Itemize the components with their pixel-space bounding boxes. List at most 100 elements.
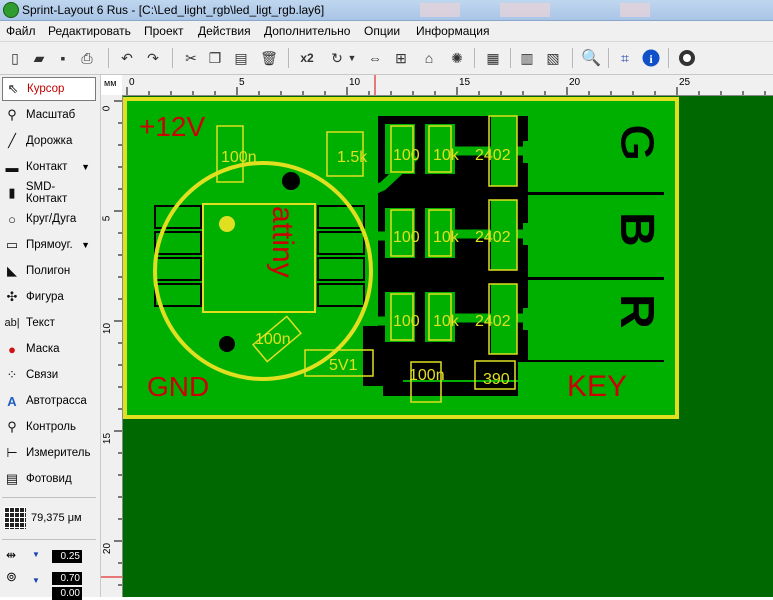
open-folder-icon[interactable]: ▰	[28, 47, 50, 69]
zoom-icon: ⚲	[7, 107, 17, 122]
tool-cursor[interactable]: ⇖ Курсор	[2, 77, 96, 101]
mounting-hole	[282, 172, 300, 190]
chevron-down-icon[interactable]: ▼	[346, 47, 358, 69]
tool-text[interactable]: ab| Текст	[2, 311, 96, 335]
part-label: 1.5k	[337, 149, 368, 166]
info-icon[interactable]: i	[640, 47, 662, 69]
properties-icon[interactable]: ▦	[482, 47, 504, 69]
layers-icon[interactable]: ▥	[516, 47, 538, 69]
duplicate-button[interactable]: x2	[296, 47, 318, 69]
ruler-label: 0	[129, 77, 135, 88]
tool-smd-pad[interactable]: ▮ SMD-Контакт	[2, 181, 96, 205]
connections-icon: ⁘	[6, 367, 18, 382]
pad-hole-input[interactable]: 0.00	[52, 587, 82, 600]
key-label: KEY	[567, 370, 627, 403]
ruler-label: 5	[101, 215, 113, 222]
toolbar-separator	[172, 48, 173, 68]
toolbar-separator	[608, 48, 609, 68]
title-decoration	[420, 3, 460, 17]
ground-label: GND	[147, 371, 209, 402]
track-width-row: ⇹ ▼ 0.25	[4, 548, 82, 563]
cursor-icon: ⇖	[7, 81, 19, 96]
part-label: 100	[393, 147, 420, 164]
tool-rectangle[interactable]: ▭ Прямоуг. ▼	[2, 233, 96, 257]
tool-label: Прямоуг.	[26, 239, 73, 251]
tool-photoview[interactable]: ▤ Фотовид	[2, 467, 96, 491]
chevron-down-icon[interactable]: ▼	[81, 240, 90, 250]
tool-zoom[interactable]: ⚲ Масштаб	[2, 103, 96, 127]
tool-label: Автотрасса	[26, 395, 87, 407]
grid-size-selector[interactable]: 79,375 μм	[4, 507, 82, 529]
toolbar: ▯ ▰ ▪ ⎙ ↶ ↷ ✂ ❐ ▤ 🗑 x2 ↻ ▼ ⇔ ⊞ ⌂ ✺ ▦ ▥ ▧…	[0, 42, 773, 75]
tool-connections[interactable]: ⁘ Связи	[2, 363, 96, 387]
power-label: +12V	[139, 111, 205, 142]
toolbar-separator	[108, 48, 109, 68]
tool-polygon[interactable]: ◣ Полигон	[2, 259, 96, 283]
part-label: 2402	[475, 147, 511, 164]
tool-label: Контакт	[26, 161, 68, 173]
zoom-icon[interactable]: 🔍	[580, 47, 602, 69]
grid-value: 79,375 μм	[31, 512, 82, 524]
ruler-label: 25	[679, 77, 691, 88]
paste-icon[interactable]: ▤	[230, 47, 252, 69]
settings-gear-icon[interactable]	[676, 47, 698, 69]
tool-measure[interactable]: ⊢ Измеритель	[2, 441, 96, 465]
tool-circle[interactable]: ○ Круг/Дуга	[2, 207, 96, 231]
measure-icon: ⊢	[6, 445, 18, 460]
ruler-label: 0	[101, 105, 113, 112]
pad-size-input[interactable]: 0.70	[52, 572, 82, 585]
grid-settings-icon[interactable]: ▧	[542, 47, 564, 69]
check-icon: ⚲	[7, 419, 17, 434]
tool-label: Контроль	[26, 421, 76, 433]
panel-separator	[2, 497, 96, 498]
ruler-label: 10	[102, 322, 114, 335]
print-icon[interactable]: ⎙	[76, 47, 98, 69]
part-label: 100	[393, 313, 420, 330]
pad-size-icon: ⊚	[6, 569, 17, 584]
undo-icon[interactable]: ↶	[116, 47, 138, 69]
menu-options[interactable]: Опции	[364, 24, 400, 38]
toolbar-separator	[510, 48, 511, 68]
menu-project[interactable]: Проект	[144, 24, 184, 38]
align-icon[interactable]: ⊞	[390, 47, 412, 69]
tool-check[interactable]: ⚲ Контроль	[2, 415, 96, 439]
toolbar-separator	[288, 48, 289, 68]
circle-icon: ○	[8, 211, 16, 227]
cut-icon[interactable]: ✂	[180, 47, 202, 69]
mirror-icon[interactable]: ⇔	[364, 47, 386, 69]
tool-label: Курсор	[27, 83, 65, 95]
rotate-icon[interactable]: ↻	[326, 47, 348, 69]
part-label: 10k	[433, 147, 460, 164]
ungroup-icon[interactable]: ✺	[446, 47, 468, 69]
pcb-drawing[interactable]: +12V GND KEY attiny G B R 100n 1.5k 100 …	[123, 96, 773, 597]
ruler-label: 20	[569, 77, 581, 88]
tool-pad[interactable]: ▬ Контакт ▼	[2, 155, 96, 179]
ruler-label: 5	[239, 77, 245, 88]
tool-mask[interactable]: ● Маска	[2, 337, 96, 361]
redo-icon[interactable]: ↷	[142, 47, 164, 69]
crop-icon[interactable]: ⌗	[614, 47, 636, 69]
delete-icon[interactable]: 🗑	[258, 47, 280, 69]
chevron-down-icon[interactable]: ▼	[32, 550, 40, 559]
menu-file[interactable]: Файл	[6, 24, 36, 38]
chevron-down-icon[interactable]: ▼	[81, 162, 90, 172]
toolbar-separator	[668, 48, 669, 68]
tool-track[interactable]: ╱ Дорожка	[2, 129, 96, 153]
new-file-icon[interactable]: ▯	[4, 47, 26, 69]
menu-info[interactable]: Информация	[416, 24, 489, 38]
tool-label: Масштаб	[26, 109, 76, 121]
pcb-canvas[interactable]: +12V GND KEY attiny G B R 100n 1.5k 100 …	[123, 96, 773, 597]
save-icon[interactable]: ▪	[52, 47, 74, 69]
title-decoration	[620, 3, 650, 17]
menu-actions[interactable]: Действия	[198, 24, 251, 38]
menu-extra[interactable]: Дополнительно	[264, 24, 350, 38]
copy-icon[interactable]: ❐	[204, 47, 226, 69]
shape-icon: ✣	[6, 289, 18, 304]
group-icon[interactable]: ⌂	[418, 47, 440, 69]
part-label: 10k	[433, 229, 460, 246]
tool-autoroute[interactable]: A Автотрасса	[2, 389, 96, 413]
chevron-down-icon[interactable]: ▼	[32, 576, 40, 585]
tool-shape[interactable]: ✣ Фигура	[2, 285, 96, 309]
menu-edit[interactable]: Редактировать	[48, 24, 131, 38]
track-width-input[interactable]: 0.25	[52, 550, 82, 563]
